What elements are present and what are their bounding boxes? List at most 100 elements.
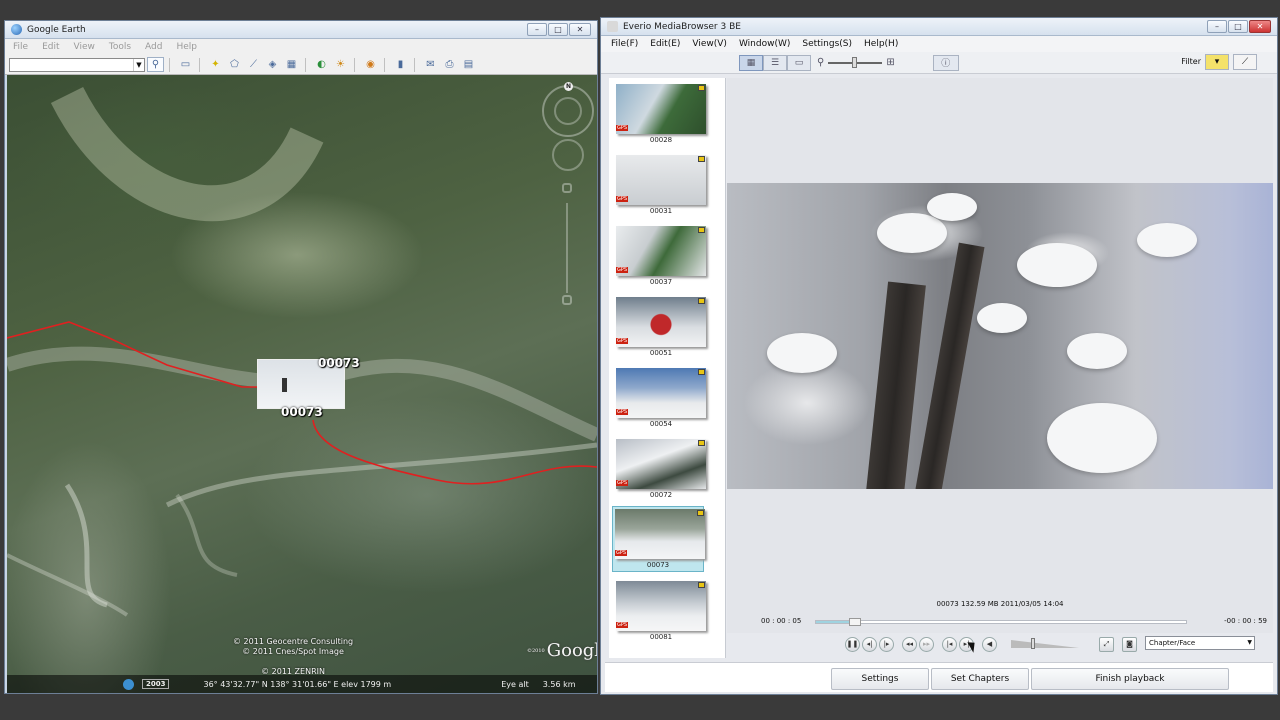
navigation-compass[interactable]: N xyxy=(542,82,594,137)
menu-view[interactable]: View(V) xyxy=(692,39,727,49)
emb-titlebar[interactable]: Everio MediaBrowser 3 BE – □ ✕ xyxy=(601,18,1277,36)
volume-slider[interactable] xyxy=(1011,638,1079,649)
chevron-down-icon[interactable]: ▼ xyxy=(133,58,144,71)
zoom-track[interactable] xyxy=(566,203,568,293)
fullscreen-icon[interactable]: ⤢ xyxy=(1099,636,1114,652)
thumbnail-item-selected[interactable]: GPS 00073 xyxy=(612,506,705,572)
menu-add[interactable]: Add xyxy=(145,42,162,52)
zoom-in-icon[interactable] xyxy=(562,183,572,193)
ge-status-bar: 2003 36° 43'32.77" N 138° 31'01.66" E el… xyxy=(7,675,597,693)
thumbnail-item[interactable]: GPS 00072 xyxy=(616,439,706,499)
finish-playback-button[interactable]: Finish playback xyxy=(1031,668,1229,690)
chapter-face-select[interactable]: Chapter/Face ▼ xyxy=(1145,636,1255,650)
thumbnail-item[interactable]: GPS 00037 xyxy=(616,226,706,286)
imagery-date[interactable]: 2003 xyxy=(142,679,170,689)
thumbnail-image[interactable]: GPS xyxy=(616,297,706,347)
thumbnail-item[interactable]: GPS 00028 xyxy=(616,84,706,144)
menu-settings[interactable]: Settings(S) xyxy=(802,39,852,49)
add-overlay-icon[interactable]: ◈ xyxy=(264,57,281,72)
close-button[interactable]: ✕ xyxy=(1249,20,1271,33)
print-icon[interactable]: ⎙ xyxy=(441,57,458,72)
filter-icon[interactable]: ▾ xyxy=(1205,54,1229,70)
seek-handle[interactable] xyxy=(849,618,862,626)
thumbnail-image[interactable]: GPS xyxy=(616,581,706,631)
menu-view[interactable]: View xyxy=(74,42,95,52)
action-bar: Settings Set Chapters Finish playback xyxy=(605,662,1273,692)
record-tour-icon[interactable]: ▦ xyxy=(283,57,300,72)
minimize-button[interactable]: – xyxy=(1207,20,1227,33)
previous-chapter-icon[interactable]: |◂ xyxy=(942,636,957,652)
zoom-in-icon[interactable]: ⊞ xyxy=(886,57,894,68)
planets-icon[interactable]: ◉ xyxy=(362,57,379,72)
snapshot-camera-icon[interactable]: ◙ xyxy=(1122,636,1137,652)
thumbnail-label: 00037 xyxy=(649,278,673,286)
menu-help[interactable]: Help(H) xyxy=(864,39,898,49)
close-button[interactable]: ✕ xyxy=(569,23,591,36)
search-icon[interactable]: ⚲ xyxy=(147,57,164,72)
pause-icon[interactable]: ❚❚ xyxy=(845,636,860,652)
slider-knob[interactable] xyxy=(852,56,858,68)
menu-file[interactable]: File xyxy=(13,42,28,52)
add-path-icon[interactable]: ⟋ xyxy=(245,57,262,72)
list-view-icon[interactable]: ☰ xyxy=(763,54,787,71)
volume-knob[interactable] xyxy=(1031,638,1036,649)
globe-icon[interactable] xyxy=(123,678,134,690)
add-placemark-icon[interactable]: ✦ xyxy=(207,57,224,72)
historical-imagery-icon[interactable]: ◐ xyxy=(313,57,330,72)
frame-forward-icon[interactable]: |▸ xyxy=(879,636,894,652)
thumbnail-list[interactable]: GPS 00028 GPS 00031 GPS 00037 GPS 00051 … xyxy=(609,78,726,658)
single-view-icon[interactable]: ▭ xyxy=(787,54,811,71)
map-view[interactable]: N 00073 00073 © 2011 Geocentre Consultin… xyxy=(7,75,597,693)
minimize-button[interactable]: – xyxy=(527,23,547,36)
thumbnail-image[interactable]: GPS xyxy=(616,368,706,418)
zoom-out-icon[interactable] xyxy=(562,295,572,305)
thumbnail-item[interactable]: GPS 00051 xyxy=(616,297,706,357)
menu-help[interactable]: Help xyxy=(176,42,197,52)
move-joystick[interactable] xyxy=(552,139,584,171)
fast-forward-icon[interactable]: ▸▸ xyxy=(919,636,934,652)
seek-bar[interactable] xyxy=(815,618,1187,626)
thumbnail-image[interactable]: GPS xyxy=(616,226,706,276)
menu-tools[interactable]: Tools xyxy=(109,42,131,52)
thumbnail-size-slider[interactable] xyxy=(828,56,883,68)
maximize-button[interactable]: □ xyxy=(1228,20,1248,33)
ge-menubar: File Edit View Tools Add Help xyxy=(5,39,597,55)
thumbnail-item[interactable]: GPS 00031 xyxy=(616,155,706,215)
zoom-slider[interactable] xyxy=(562,183,572,305)
rewind-icon[interactable]: ◂◂ xyxy=(902,636,917,652)
edit-icon[interactable]: ⟋ xyxy=(1233,54,1257,70)
sunlight-icon[interactable]: ☀ xyxy=(332,57,349,72)
volume-icon[interactable]: ◀ xyxy=(982,636,997,652)
terrain-path xyxy=(165,442,597,508)
menu-edit[interactable]: Edit(E) xyxy=(650,39,680,49)
email-icon[interactable]: ✉ xyxy=(422,57,439,72)
settings-button[interactable]: Settings xyxy=(831,668,929,690)
video-frame[interactable] xyxy=(727,183,1273,489)
menu-window[interactable]: Window(W) xyxy=(739,39,790,49)
chevron-down-icon[interactable]: ▼ xyxy=(1247,637,1252,649)
look-joystick[interactable] xyxy=(554,97,582,125)
maximize-button[interactable]: □ xyxy=(548,23,568,36)
menu-file[interactable]: File(F) xyxy=(611,39,638,49)
zoom-out-icon[interactable]: ⚲ xyxy=(817,57,824,68)
info-icon[interactable]: ⓘ xyxy=(932,54,959,71)
search-input[interactable]: ▼ xyxy=(9,57,145,72)
add-polygon-icon[interactable]: ⬠ xyxy=(226,57,243,72)
google-earth-app-icon xyxy=(11,24,22,35)
thumbnail-item[interactable]: GPS 00054 xyxy=(616,368,706,428)
menu-edit[interactable]: Edit xyxy=(42,42,59,52)
thumbnail-image[interactable]: GPS xyxy=(616,439,706,489)
thumbnail-view-icon[interactable]: ▦ xyxy=(739,54,763,71)
thumbnail-item[interactable]: GPS 00081 xyxy=(616,581,706,641)
view-in-maps-icon[interactable]: ▤ xyxy=(460,57,477,72)
thumbnail-image[interactable]: GPS xyxy=(616,84,706,134)
frame-back-icon[interactable]: ◂| xyxy=(862,636,877,652)
ge-titlebar[interactable]: Google Earth – □ ✕ xyxy=(5,21,597,39)
thumbnail-image[interactable]: GPS xyxy=(616,155,706,205)
ruler-icon[interactable]: ▮ xyxy=(392,57,409,72)
sidebar-toggle-icon[interactable]: ▭ xyxy=(177,57,194,72)
terrain-path xyxy=(7,553,129,617)
north-indicator[interactable]: N xyxy=(564,82,573,91)
thumbnail-image[interactable]: GPS xyxy=(615,509,705,559)
set-chapters-button[interactable]: Set Chapters xyxy=(931,668,1029,690)
